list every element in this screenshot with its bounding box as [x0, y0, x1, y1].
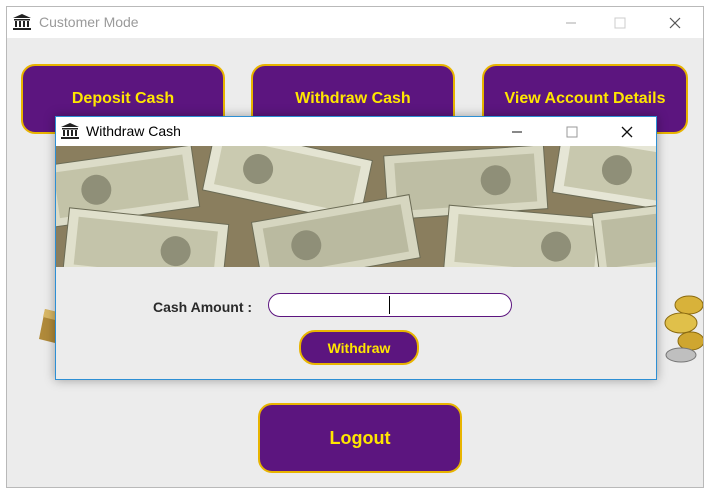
main-maximize-button[interactable] — [597, 7, 643, 38]
withdraw-cash-label: Withdraw Cash — [295, 90, 411, 107]
dialog-titlebar[interactable]: Withdraw Cash — [56, 117, 656, 146]
minimize-icon — [566, 22, 576, 23]
maximize-icon — [566, 126, 578, 137]
cash-amount-input[interactable] — [268, 293, 512, 317]
text-caret — [389, 296, 390, 314]
withdraw-submit-label: Withdraw — [327, 339, 391, 356]
view-account-details-label: View Account Details — [504, 90, 666, 107]
maximize-icon — [614, 17, 626, 28]
bank-icon — [13, 14, 31, 30]
deposit-cash-label: Deposit Cash — [71, 90, 175, 107]
logout-label: Logout — [329, 427, 391, 448]
minimize-icon — [512, 131, 522, 132]
withdraw-cash-dialog: Withdraw Cash Cash Amount : Withdraw — [55, 116, 657, 380]
dialog-close-button[interactable] — [604, 117, 650, 146]
logout-button[interactable]: Logout — [258, 403, 462, 473]
main-titlebar[interactable]: Customer Mode — [7, 7, 703, 38]
dialog-title: Withdraw Cash — [86, 123, 181, 139]
main-window-title: Customer Mode — [39, 14, 139, 30]
cash-amount-label: Cash Amount : — [153, 299, 253, 315]
dialog-minimize-button[interactable] — [494, 117, 540, 146]
money-banner-image — [56, 146, 656, 267]
main-close-button[interactable] — [652, 7, 698, 38]
main-minimize-button[interactable] — [548, 7, 594, 38]
bank-icon — [61, 123, 79, 139]
withdraw-submit-button[interactable]: Withdraw — [299, 330, 419, 365]
gold-coins-decoration — [664, 295, 703, 363]
close-icon — [621, 126, 633, 137]
dialog-maximize-button[interactable] — [549, 117, 595, 146]
close-icon — [669, 17, 681, 28]
